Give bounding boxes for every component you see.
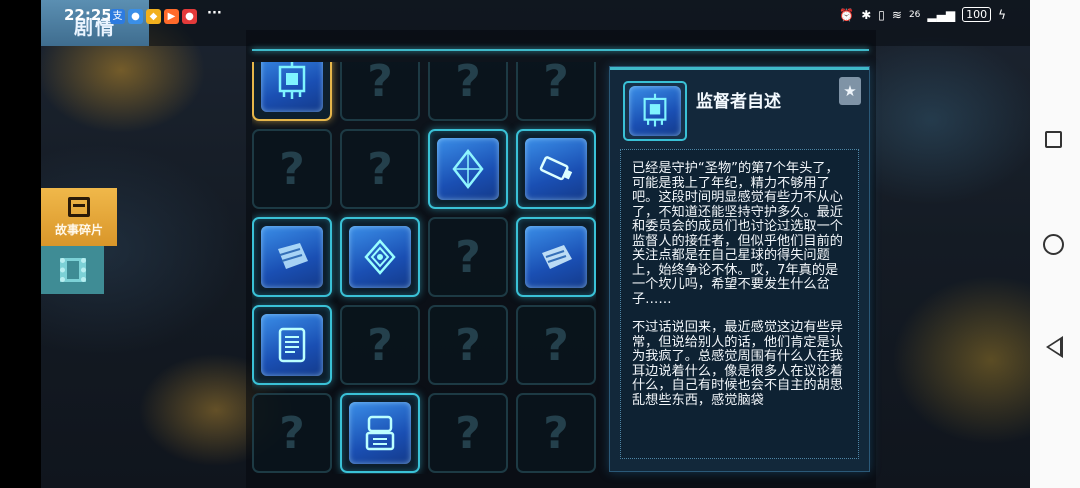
detail-paragraph: 不过话说回来，最近感觉这边有些异常，但说给别人的话，他们肯定是认为我疯了。总感觉… <box>632 320 843 408</box>
grid-cell[interactable] <box>516 217 596 297</box>
grid-cell[interactable]: ? <box>428 217 508 297</box>
grid-cell[interactable] <box>252 217 332 297</box>
system-status: ⏰ ✱ ▯ ≋ 26 ▂▄▆ 100 ϟ <box>839 7 1006 22</box>
grid-cell[interactable]: ? <box>428 305 508 385</box>
grid-cell[interactable] <box>516 129 596 209</box>
grid-cell[interactable]: ? <box>340 305 420 385</box>
circuit-board-graphic <box>643 93 667 127</box>
grid-cell[interactable]: ? <box>340 62 420 121</box>
locked-fragment-mark: ? <box>543 407 569 459</box>
status-time: 22:25 <box>64 6 112 24</box>
video-app-icon: ▶ <box>164 9 179 24</box>
battery-icon: 100 <box>962 7 992 22</box>
locked-fragment-mark: ? <box>279 407 305 459</box>
locked-fragment-mark: ? <box>367 62 393 107</box>
grid-cell[interactable]: ? <box>252 129 332 209</box>
more-notifications-icon: ··· <box>207 6 222 21</box>
grid-cell[interactable] <box>340 217 420 297</box>
recents-icon[interactable] <box>1045 131 1062 148</box>
tab-story-fragments-label: 故事碎片 <box>54 222 103 237</box>
grid-cell[interactable] <box>252 62 332 121</box>
detail-text-box[interactable]: 已经是守护“圣物”的第7个年头了，可能是我上了年纪，精力不够用了吧。这段时间明显… <box>620 149 859 459</box>
game-app-icon: ● <box>182 9 197 24</box>
back-icon[interactable] <box>1046 336 1063 358</box>
crystal-icon <box>437 138 499 200</box>
book-icon <box>261 226 323 288</box>
alipay-icon: 支 <box>110 9 125 24</box>
app-icon: ◆ <box>146 9 161 24</box>
emblem-icon <box>349 226 411 288</box>
locked-fragment-mark: ? <box>367 143 393 195</box>
grid-cell[interactable] <box>340 393 420 473</box>
detail-paragraph: 已经是守护“圣物”的第7个年头了，可能是我上了年纪，精力不够用了吧。这段时间明显… <box>632 161 843 307</box>
locked-fragment-mark: ? <box>455 407 481 459</box>
circuit-board-icon <box>629 86 681 136</box>
notebook-icon <box>525 226 587 288</box>
detail-thumbnail <box>623 81 687 141</box>
usb-drive-icon <box>525 138 587 200</box>
panel-top-line <box>610 67 869 70</box>
vibrate-icon: ▯ <box>878 7 885 22</box>
grid-cell[interactable]: ? <box>516 62 596 121</box>
tab-videos[interactable] <box>41 246 104 294</box>
status-bar: 22:25 支 ● ◆ ▶ ● ··· ⏰ ✱ ▯ ≋ 26 ▂▄▆ 100 ϟ <box>41 0 1030 32</box>
grid-cell[interactable]: ? <box>428 393 508 473</box>
signal-icon: ▂▄▆ <box>927 7 956 22</box>
grid-cell[interactable]: ? <box>516 393 596 473</box>
locked-fragment-mark: ? <box>455 319 481 371</box>
star-icon[interactable]: ★ <box>839 77 861 105</box>
grid-cell[interactable]: ? <box>428 62 508 121</box>
grid-cell[interactable] <box>252 305 332 385</box>
grid-cell[interactable] <box>428 129 508 209</box>
locked-fragment-mark: ? <box>367 319 393 371</box>
top-divider <box>252 49 869 51</box>
film-icon <box>59 258 86 282</box>
locked-fragment-mark: ? <box>455 231 481 283</box>
charging-icon: ϟ <box>998 7 1006 22</box>
detail-title: 监督者自述 <box>696 92 781 112</box>
game-canvas: 剧情 故事碎片 ???????????? 监督者自述 ★ 已经是守护“圣物”的第… <box>41 0 1030 488</box>
circuit-board-icon <box>261 62 323 112</box>
notification-icons: 支 ● ◆ ▶ ● <box>110 9 197 24</box>
grid-cell[interactable]: ? <box>340 129 420 209</box>
alarm-icon: ⏰ <box>839 7 855 22</box>
locked-fragment-mark: ? <box>455 62 481 107</box>
fragment-grid: ???????????? <box>252 62 596 474</box>
robot-icon <box>349 402 411 464</box>
browser-icon: ● <box>128 9 143 24</box>
tablet-icon <box>261 314 323 376</box>
locked-fragment-mark: ? <box>279 143 305 195</box>
left-edge <box>0 0 41 488</box>
wifi-icon: ≋ <box>891 7 902 22</box>
detail-panel: 监督者自述 ★ 已经是守护“圣物”的第7个年头了，可能是我上了年纪，精力不够用了… <box>609 66 870 472</box>
document-icon <box>68 196 90 217</box>
locked-fragment-mark: ? <box>543 319 569 371</box>
bluetooth-icon: ✱ <box>861 7 872 22</box>
tab-story-fragments[interactable]: 故事碎片 <box>41 188 117 246</box>
home-icon[interactable] <box>1043 234 1064 255</box>
grid-cell[interactable]: ? <box>252 393 332 473</box>
network-speed: 26 <box>908 9 921 20</box>
grid-cell[interactable]: ? <box>516 305 596 385</box>
locked-fragment-mark: ? <box>543 62 569 107</box>
